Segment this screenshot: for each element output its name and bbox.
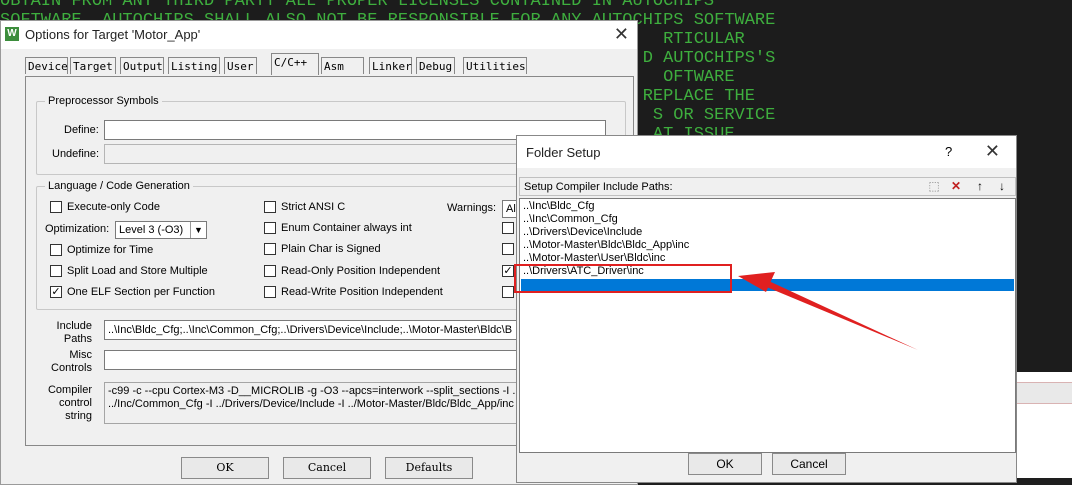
arrow-head	[738, 272, 775, 292]
annotation-arrow	[738, 272, 918, 350]
arrow-shaft	[757, 277, 918, 350]
tab-c-cpp[interactable]: C/C++	[271, 53, 319, 75]
